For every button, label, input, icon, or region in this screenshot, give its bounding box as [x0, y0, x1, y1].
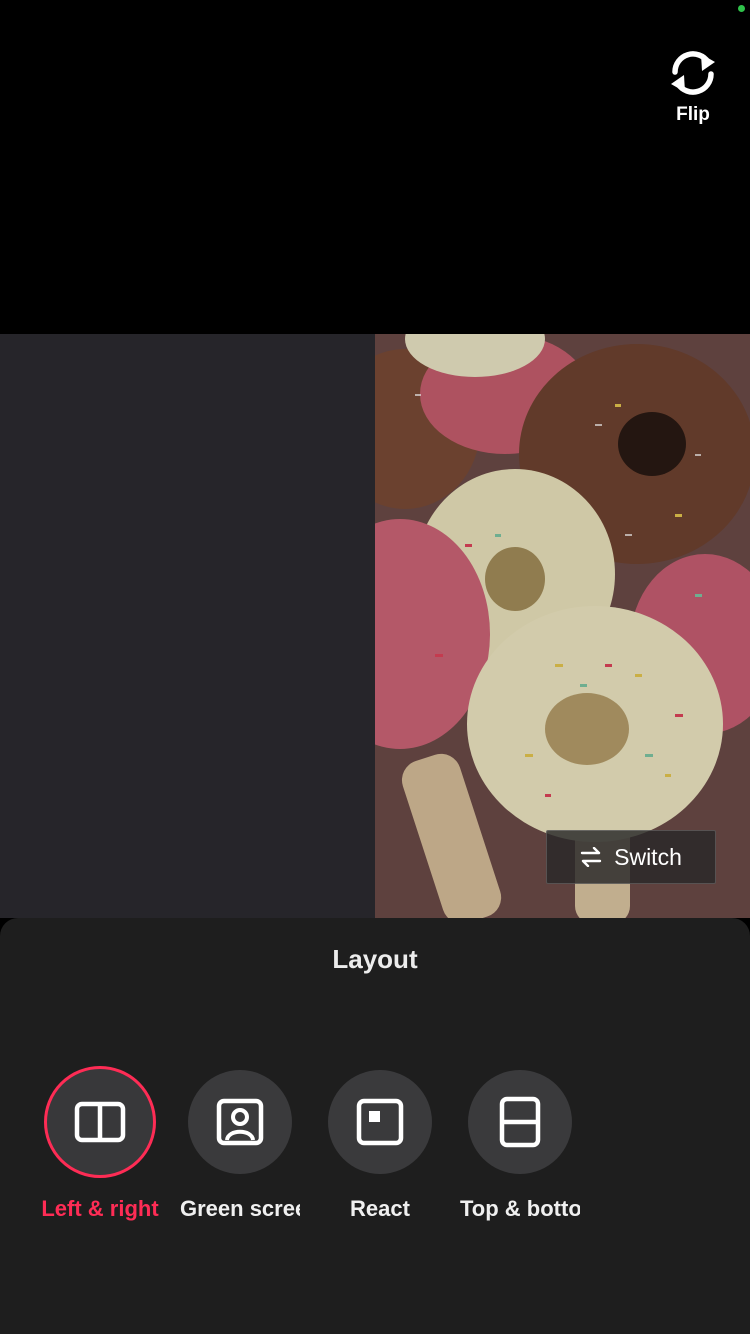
layout-sheet: Layout Left & right Green screen Re	[0, 918, 750, 1334]
layout-option-left-right[interactable]: Left & right	[30, 1066, 170, 1222]
react-icon	[356, 1098, 404, 1146]
layout-option-react[interactable]: React	[310, 1070, 450, 1222]
flip-camera-icon	[671, 51, 715, 95]
option-circle[interactable]	[468, 1070, 572, 1174]
flip-label: Flip	[676, 104, 710, 125]
option-circle[interactable]	[328, 1070, 432, 1174]
option-label: Left & right	[41, 1196, 159, 1221]
option-circle[interactable]	[188, 1070, 292, 1174]
layout-option-green-screen[interactable]: Green screen	[170, 1070, 310, 1222]
sheet-title: Layout	[332, 944, 418, 974]
switch-button[interactable]: Switch	[546, 830, 716, 884]
recording-indicator-dot	[738, 5, 745, 12]
flip-camera-button[interactable]: Flip	[660, 48, 726, 126]
split-left-right-icon	[74, 1101, 126, 1143]
switch-label: Switch	[614, 843, 682, 870]
option-label: Green screen	[180, 1196, 300, 1221]
option-label: React	[350, 1196, 410, 1221]
green-screen-icon	[216, 1098, 264, 1146]
option-circle[interactable]	[44, 1066, 156, 1178]
split-top-bottom-icon	[499, 1096, 541, 1148]
swap-arrows-icon	[580, 847, 602, 867]
camera-preview-left	[0, 334, 375, 918]
option-label: Top & bottom	[460, 1196, 580, 1221]
layout-option-top-bottom[interactable]: Top & bottom	[450, 1070, 590, 1222]
